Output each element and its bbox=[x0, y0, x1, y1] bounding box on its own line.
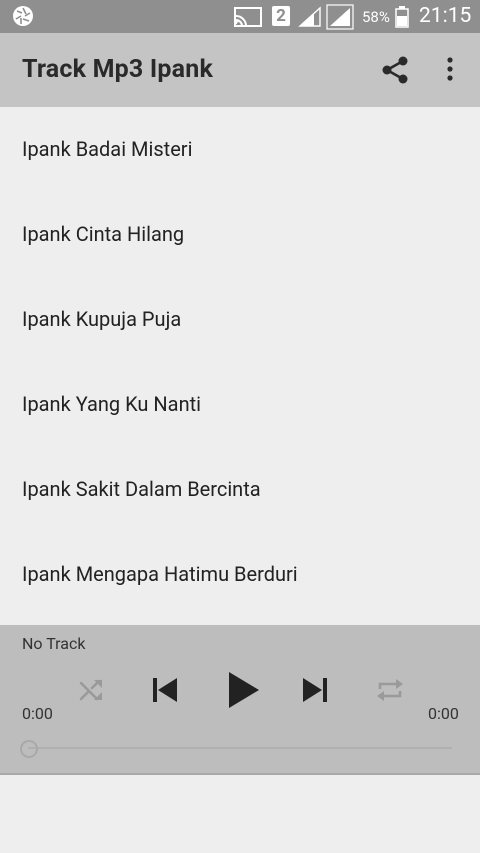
seek-bar[interactable] bbox=[28, 747, 452, 749]
total-time: 0:00 bbox=[428, 704, 459, 723]
play-button[interactable] bbox=[225, 670, 261, 710]
next-button[interactable] bbox=[300, 674, 330, 706]
play-icon bbox=[229, 672, 259, 708]
current-time: 0:00 bbox=[22, 704, 53, 723]
more-vert-icon bbox=[447, 57, 453, 81]
shuffle-button[interactable] bbox=[77, 675, 107, 705]
battery-percent: 58% bbox=[362, 8, 390, 26]
list-item[interactable]: Ipank Mengapa Hatimu Berduri bbox=[0, 532, 480, 617]
aperture-icon bbox=[12, 5, 34, 31]
now-playing-label: No Track bbox=[22, 634, 86, 653]
previous-button[interactable] bbox=[150, 674, 180, 706]
battery-icon bbox=[395, 6, 409, 32]
seek-thumb[interactable] bbox=[20, 740, 38, 758]
list-item[interactable]: Ipank Badai Misteri bbox=[0, 107, 480, 192]
skip-previous-icon bbox=[153, 678, 177, 702]
clock: 21:15 bbox=[419, 4, 472, 28]
repeat-icon bbox=[377, 679, 403, 701]
cast-icon bbox=[233, 7, 263, 31]
list-item[interactable]: Ipank Cinta Hilang bbox=[0, 192, 480, 277]
share-icon bbox=[382, 56, 408, 84]
skip-next-icon bbox=[303, 678, 327, 702]
page-title: Track Mp3 Ipank bbox=[22, 55, 214, 84]
list-item[interactable]: Ipank Kupuja Puja bbox=[0, 277, 480, 362]
repeat-button[interactable] bbox=[374, 675, 406, 705]
share-button[interactable] bbox=[379, 54, 411, 86]
list-item[interactable]: Ipank Yang Ku Nanti bbox=[0, 362, 480, 447]
status-bar: 2 58% 21:15 bbox=[0, 0, 480, 33]
list-item[interactable]: Ipank Sakit Dalam Bercinta bbox=[0, 447, 480, 532]
player-panel: No Track 0:00 0:00 bbox=[0, 625, 480, 775]
track-list: Ipank Badai Misteri Ipank Cinta Hilang I… bbox=[0, 107, 480, 617]
signal-icon bbox=[326, 4, 354, 34]
shuffle-icon bbox=[79, 679, 102, 701]
sim-badge: 2 bbox=[272, 6, 290, 26]
signal-icon bbox=[298, 6, 322, 32]
app-bar: Track Mp3 Ipank bbox=[0, 33, 480, 107]
more-options-button[interactable] bbox=[440, 54, 460, 86]
